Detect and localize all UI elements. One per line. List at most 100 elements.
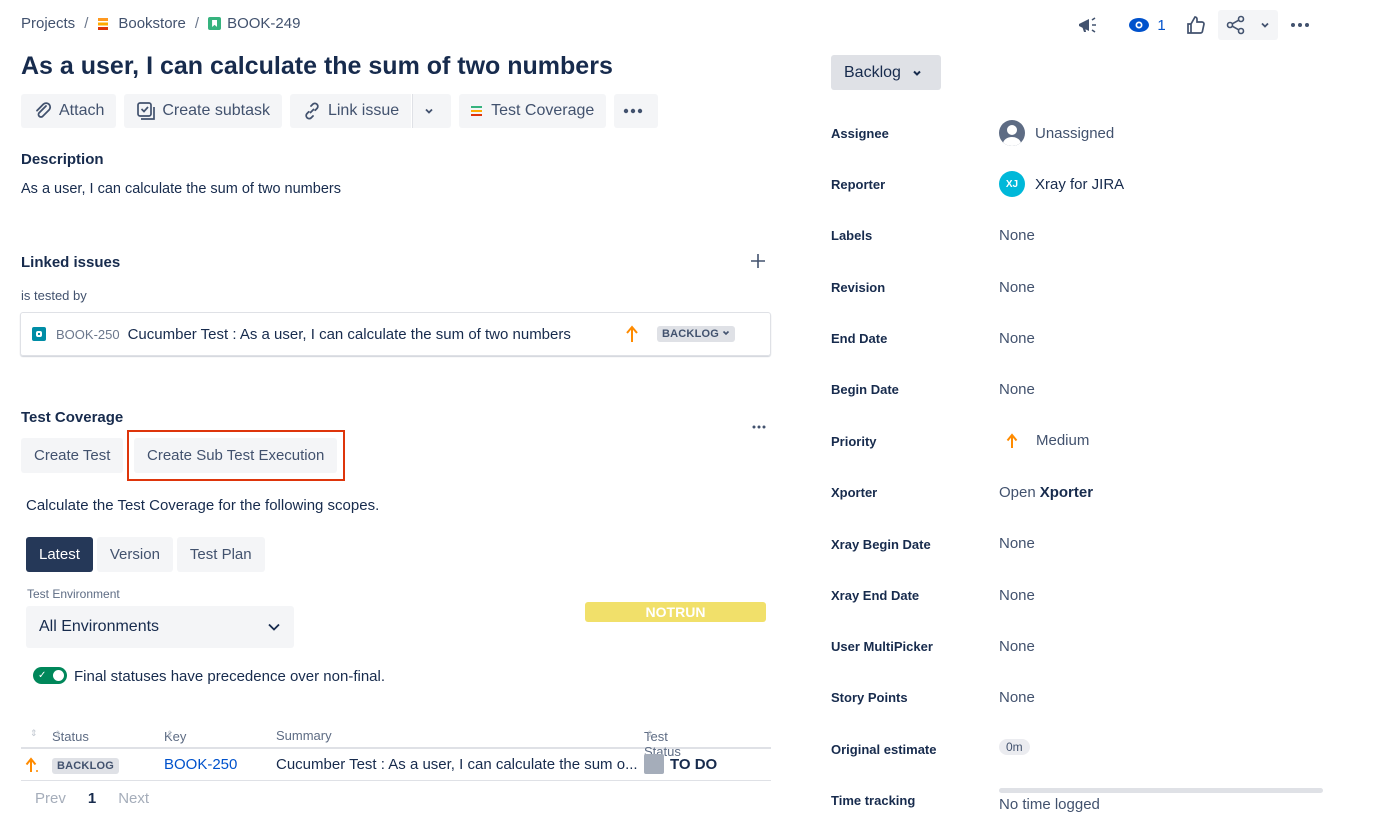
priority-medium-icon	[1006, 432, 1018, 448]
pager-next[interactable]: Next	[118, 790, 149, 807]
status-color-swatch	[644, 754, 664, 774]
more-icon	[624, 108, 643, 114]
header-actions: 1	[1074, 10, 1314, 40]
field-value-xray-begin-date[interactable]: None	[999, 535, 1035, 552]
breadcrumb: Projects / Bookstore / BOOK-249	[21, 15, 300, 32]
highlight-box	[127, 430, 345, 481]
field-label-original-estimate: Original estimate	[831, 742, 937, 757]
test-coverage-heading: Test Coverage	[21, 409, 124, 426]
add-link-button[interactable]	[750, 253, 766, 272]
field-value-priority[interactable]: Medium	[999, 432, 1089, 449]
field-label-end-date: End Date	[831, 331, 888, 346]
breadcrumb-project[interactable]: Bookstore	[118, 15, 186, 32]
plus-icon	[751, 254, 765, 268]
field-value-user-multipicker[interactable]: None	[999, 638, 1035, 655]
field-value-labels[interactable]: None	[999, 227, 1035, 244]
chevron-down-icon	[425, 108, 433, 114]
project-icon	[97, 17, 109, 31]
row-test-status-label: TO DO	[670, 755, 718, 773]
chevron-down-icon	[1261, 22, 1269, 28]
description-text[interactable]: As a user, I can calculate the sum of tw…	[21, 181, 341, 197]
field-value-revision[interactable]: None	[999, 279, 1035, 296]
create-test-button[interactable]: Create Test	[21, 438, 124, 473]
chevron-down-icon	[723, 330, 730, 336]
final-status-toggle[interactable]: ✓	[33, 667, 67, 684]
link-relation: is tested by	[21, 288, 87, 303]
linked-issue-card[interactable]: BOOK-250 Cucumber Test : As a user, I ca…	[20, 312, 771, 356]
final-status-toggle-label: Final statuses have precedence over non-…	[74, 668, 386, 685]
issue-status-dropdown[interactable]: Backlog	[831, 55, 941, 90]
linked-issue-key[interactable]: BOOK-250	[56, 327, 120, 342]
tab-test-plan[interactable]: Test Plan	[176, 537, 265, 572]
field-label-revision: Revision	[831, 280, 886, 295]
issue-status-label: Backlog	[844, 63, 901, 81]
row-test-status[interactable]: TO DO	[644, 754, 717, 774]
row-key-link[interactable]: BOOK-250	[164, 756, 237, 773]
test-coverage-label: Test Coverage	[491, 102, 595, 119]
field-value-xray-end-date[interactable]: None	[999, 587, 1035, 604]
field-label-labels: Labels	[831, 228, 873, 243]
create-subtask-label: Create subtask	[162, 102, 270, 119]
time-tracking-bar[interactable]	[999, 788, 1323, 793]
priority-medium-icon	[625, 325, 639, 346]
field-value-begin-date[interactable]: None	[999, 381, 1035, 398]
tab-latest[interactable]: Latest	[26, 537, 93, 572]
more-options-button[interactable]	[1286, 10, 1314, 40]
breadcrumb-issue-key[interactable]: BOOK-249	[227, 15, 300, 32]
share-icon	[1226, 15, 1245, 35]
breadcrumb-separator: /	[194, 15, 200, 32]
test-environment-select[interactable]: All Environments	[26, 606, 294, 648]
link-issue-label: Link issue	[327, 102, 400, 119]
priority-medium-icon	[24, 757, 38, 777]
field-value-reporter[interactable]: XJ Xray for JIRA	[999, 171, 1124, 197]
column-summary: Summary	[276, 728, 332, 743]
attach-button[interactable]: Attach	[21, 94, 117, 128]
scope-tabs: Latest Version Test Plan	[26, 537, 265, 572]
reporter-name: Xray for JIRA	[1035, 175, 1125, 193]
field-label-xray-end-date: Xray End Date	[831, 588, 920, 603]
field-label-user-multipicker: User MultiPicker	[831, 639, 933, 654]
thumbs-up-icon	[1187, 16, 1205, 34]
field-value-time-tracking: No time logged	[999, 796, 1100, 813]
link-issue-button[interactable]: Link issue	[289, 94, 412, 128]
chevron-down-icon	[268, 623, 280, 631]
watch-button[interactable]: 1	[1122, 10, 1172, 40]
breadcrumb-projects[interactable]: Projects	[21, 15, 75, 32]
breadcrumb-separator: /	[84, 15, 89, 32]
test-coverage-button[interactable]: Test Coverage	[459, 94, 607, 128]
assignee-name: Unassigned	[1035, 124, 1115, 142]
test-coverage-more-button[interactable]	[752, 416, 766, 432]
feedback-button[interactable]	[1074, 10, 1102, 40]
field-label-begin-date: Begin Date	[831, 382, 899, 397]
coverage-table-header: ⇕ Status ⇕ Key ⇕ Summary Test Status ⇕	[21, 727, 771, 759]
linked-issue-status[interactable]: BACKLOG	[657, 326, 736, 342]
story-icon	[208, 17, 222, 30]
field-value-assignee[interactable]: Unassigned	[999, 120, 1114, 146]
issue-title[interactable]: As a user, I can calculate the sum of tw…	[21, 52, 613, 81]
link-issue-dropdown[interactable]	[412, 94, 452, 128]
xporter-prefix: Open	[999, 484, 1036, 501]
create-subtask-button[interactable]: Create subtask	[124, 94, 282, 128]
linked-issues-heading: Linked issues	[21, 254, 121, 271]
more-actions-button[interactable]	[614, 94, 659, 128]
xporter-link[interactable]: Xporter	[1040, 484, 1093, 501]
linked-issue-summary[interactable]: Cucumber Test : As a user, I can calcula…	[128, 326, 571, 343]
share-button[interactable]	[1218, 10, 1278, 40]
vote-button[interactable]	[1182, 10, 1210, 40]
field-value-end-date[interactable]: None	[999, 330, 1035, 347]
notrun-status-bar[interactable]: NOTRUN	[585, 602, 766, 622]
table-row[interactable]: BACKLOG BOOK-250 Cucumber Test : As a us…	[21, 751, 771, 781]
link-icon	[305, 102, 319, 120]
pager-current-page[interactable]: 1	[88, 790, 96, 807]
sort-icon[interactable]: ⇕	[30, 728, 38, 739]
field-value-xporter[interactable]: Open Xporter	[999, 484, 1093, 501]
pager-prev[interactable]: Prev	[35, 790, 66, 807]
avatar-unassigned-icon	[999, 120, 1025, 146]
estimate-pill: 0m	[999, 739, 1030, 755]
field-value-story-points[interactable]: None	[999, 689, 1035, 706]
test-environment-label: Test Environment	[27, 587, 120, 601]
field-value-original-estimate[interactable]: 0m	[999, 739, 1030, 755]
tab-version[interactable]: Version	[96, 537, 173, 572]
more-icon	[752, 425, 766, 429]
field-label-xporter: Xporter	[831, 485, 878, 500]
